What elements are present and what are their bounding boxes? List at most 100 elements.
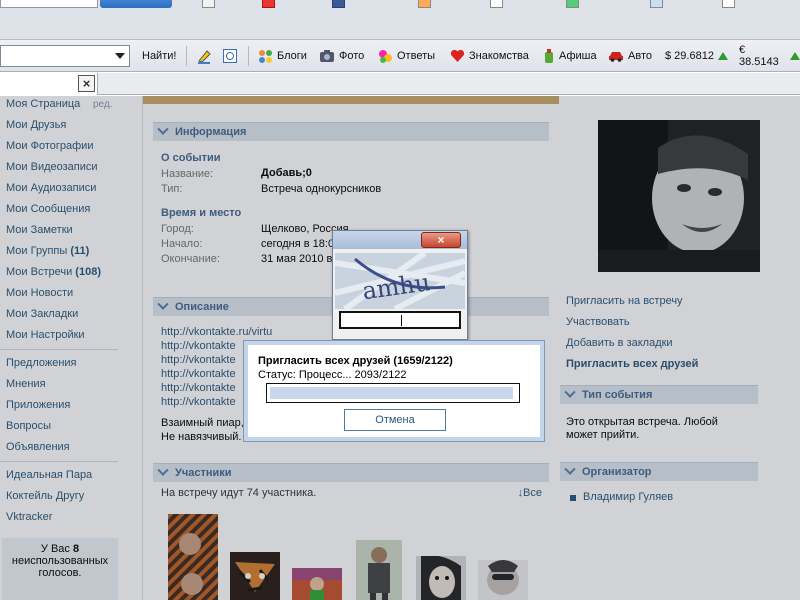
nav-app-vktracker[interactable]: Vktracker [6, 511, 52, 523]
member-avatar[interactable] [230, 552, 280, 600]
bookmark-item[interactable] [566, 0, 579, 8]
section-header-info[interactable]: Информация [153, 122, 549, 141]
toolbar-link-blogs[interactable]: Блоги [258, 47, 307, 65]
blogs-icon [259, 49, 272, 63]
description-link[interactable]: http://vkontakte [161, 354, 236, 366]
chevron-down-icon [564, 463, 576, 475]
nav-messages[interactable]: Мои Сообщения [6, 203, 90, 215]
toolbar-link-auto[interactable]: Авто [608, 47, 652, 65]
close-icon[interactable]: × [421, 232, 461, 248]
facebook-icon [332, 0, 345, 8]
section-header-event-type[interactable]: Тип события [560, 385, 758, 404]
usd-rate[interactable]: $ 29.6812 [665, 47, 728, 65]
event-type: Встреча однокурсников [261, 183, 382, 195]
bookmark-item[interactable] [262, 0, 275, 8]
member-avatar[interactable] [168, 514, 218, 600]
bullet-icon [570, 495, 576, 501]
search-input[interactable] [0, 0, 98, 8]
find-button[interactable]: Найти! [142, 47, 176, 65]
toolbar-link-answers[interactable]: Ответы [378, 47, 435, 65]
cancel-button[interactable]: Отмена [344, 409, 446, 431]
arrow-up-icon [717, 52, 728, 60]
bookmark-item[interactable] [722, 0, 735, 8]
nav-opinions[interactable]: Мнения [6, 378, 46, 390]
bookmark-item[interactable] [490, 0, 503, 8]
nav-ads[interactable]: Объявления [6, 441, 70, 453]
type-label: Тип: [161, 183, 183, 195]
section-header-members[interactable]: Участники [153, 463, 549, 482]
member-avatar[interactable] [416, 556, 466, 600]
nav-apps[interactable]: Приложения [6, 399, 70, 411]
toolbar-search-combobox[interactable] [0, 45, 130, 67]
video-icon [262, 0, 275, 8]
screenshot-button[interactable] [222, 47, 238, 65]
nav-news[interactable]: Мои Новости [6, 287, 73, 299]
eur-rate[interactable]: € 38.5143 [739, 44, 800, 68]
nav-app-ideal-pair[interactable]: Идеальная Пара [6, 469, 92, 481]
toolbar-link-photo[interactable]: Фото [319, 47, 364, 65]
nav-offers[interactable]: Предложения [6, 357, 77, 369]
members-count: На встречу идут 74 участника. [161, 487, 317, 499]
close-icon[interactable]: × [78, 75, 95, 92]
event-photo[interactable] [598, 120, 760, 272]
chevron-down-icon [564, 386, 576, 398]
invite-all-friends-link[interactable]: Пригласить всех друзей [566, 358, 698, 370]
tab-bar: × [0, 73, 800, 95]
progress-bar [266, 383, 520, 403]
nav-my-page[interactable]: Моя Страница [6, 98, 80, 110]
event-name: Добавь;0 [261, 167, 312, 179]
add-bookmark-link[interactable]: Добавить в закладки [566, 337, 673, 349]
browser-tab[interactable]: × [0, 73, 98, 95]
members-all-link[interactable]: ↓Все [518, 487, 542, 499]
participate-link[interactable]: Участвовать [566, 316, 630, 328]
nav-notes[interactable]: Мои Заметки [6, 224, 73, 236]
search-toolbar: Найти! Блоги Фото Ответы Знакомства Афиш… [0, 40, 800, 72]
nav-bookmarks[interactable]: Мои Закладки [6, 308, 78, 320]
nav-audio[interactable]: Мои Аудиозаписи [6, 182, 96, 194]
car-icon [609, 52, 623, 62]
nav-app-cocktail[interactable]: Коктейль Другу [6, 490, 84, 502]
organizer-link[interactable]: Владимир Гуляев [583, 491, 673, 503]
nav-events[interactable]: Мои Встречи (108) [6, 266, 101, 278]
nav-photos[interactable]: Мои Фотографии [6, 140, 93, 152]
nav-friends[interactable]: Мои Друзья [6, 119, 66, 131]
member-avatar[interactable] [478, 560, 528, 600]
chevron-down-icon[interactable] [115, 53, 125, 59]
toolbar-link-dating[interactable]: Знакомства [450, 47, 529, 65]
nav-questions[interactable]: Вопросы [6, 420, 51, 432]
member-avatar[interactable] [356, 540, 402, 600]
nav-settings[interactable]: Мои Настройки [6, 329, 85, 341]
end-label: Окончание: [161, 253, 220, 265]
page-icon [202, 0, 215, 8]
chevron-down-icon [157, 298, 169, 310]
nav-groups[interactable]: Мои Группы (11) [6, 245, 89, 257]
section-header-organizer[interactable]: Организатор [560, 462, 758, 481]
about-event-title: О событии [161, 152, 221, 164]
camera-icon [320, 50, 334, 62]
description-link[interactable]: http://vkontakte.ru/virtu [161, 326, 272, 338]
toolbar-link-afisha[interactable]: Афиша [543, 47, 597, 65]
bookmark-item[interactable] [418, 0, 431, 8]
camera-frame-icon [223, 49, 237, 63]
nav-videos[interactable]: Мои Видеозаписи [6, 161, 98, 173]
nav-edit-link[interactable]: ред. [93, 99, 113, 110]
nav-divider [0, 349, 118, 350]
search-button[interactable] [100, 0, 172, 8]
member-avatar[interactable] [292, 568, 342, 600]
description-link[interactable]: http://vkontakte [161, 396, 236, 408]
description-link[interactable]: http://vkontakte [161, 368, 236, 380]
highlighter-icon [198, 50, 211, 64]
description-link[interactable]: http://vkontakte [161, 340, 236, 352]
bookmark-item[interactable] [332, 0, 345, 8]
invite-to-event-link[interactable]: Пригласить на встречу [566, 295, 683, 307]
highlight-button[interactable] [196, 47, 212, 65]
bookmark-item[interactable] [650, 0, 663, 8]
event-right-column: Пригласить на встречу Участвовать Добави… [558, 96, 800, 600]
bookmark-item[interactable] [202, 0, 215, 8]
captcha-titlebar[interactable]: × [333, 231, 467, 249]
nav-divider [0, 461, 118, 462]
toolbar-separator [186, 46, 187, 66]
description-link[interactable]: http://vkontakte [161, 382, 236, 394]
progress-title: Пригласить всех друзей (1659/2122) [258, 355, 453, 367]
captcha-input[interactable] [339, 311, 461, 329]
